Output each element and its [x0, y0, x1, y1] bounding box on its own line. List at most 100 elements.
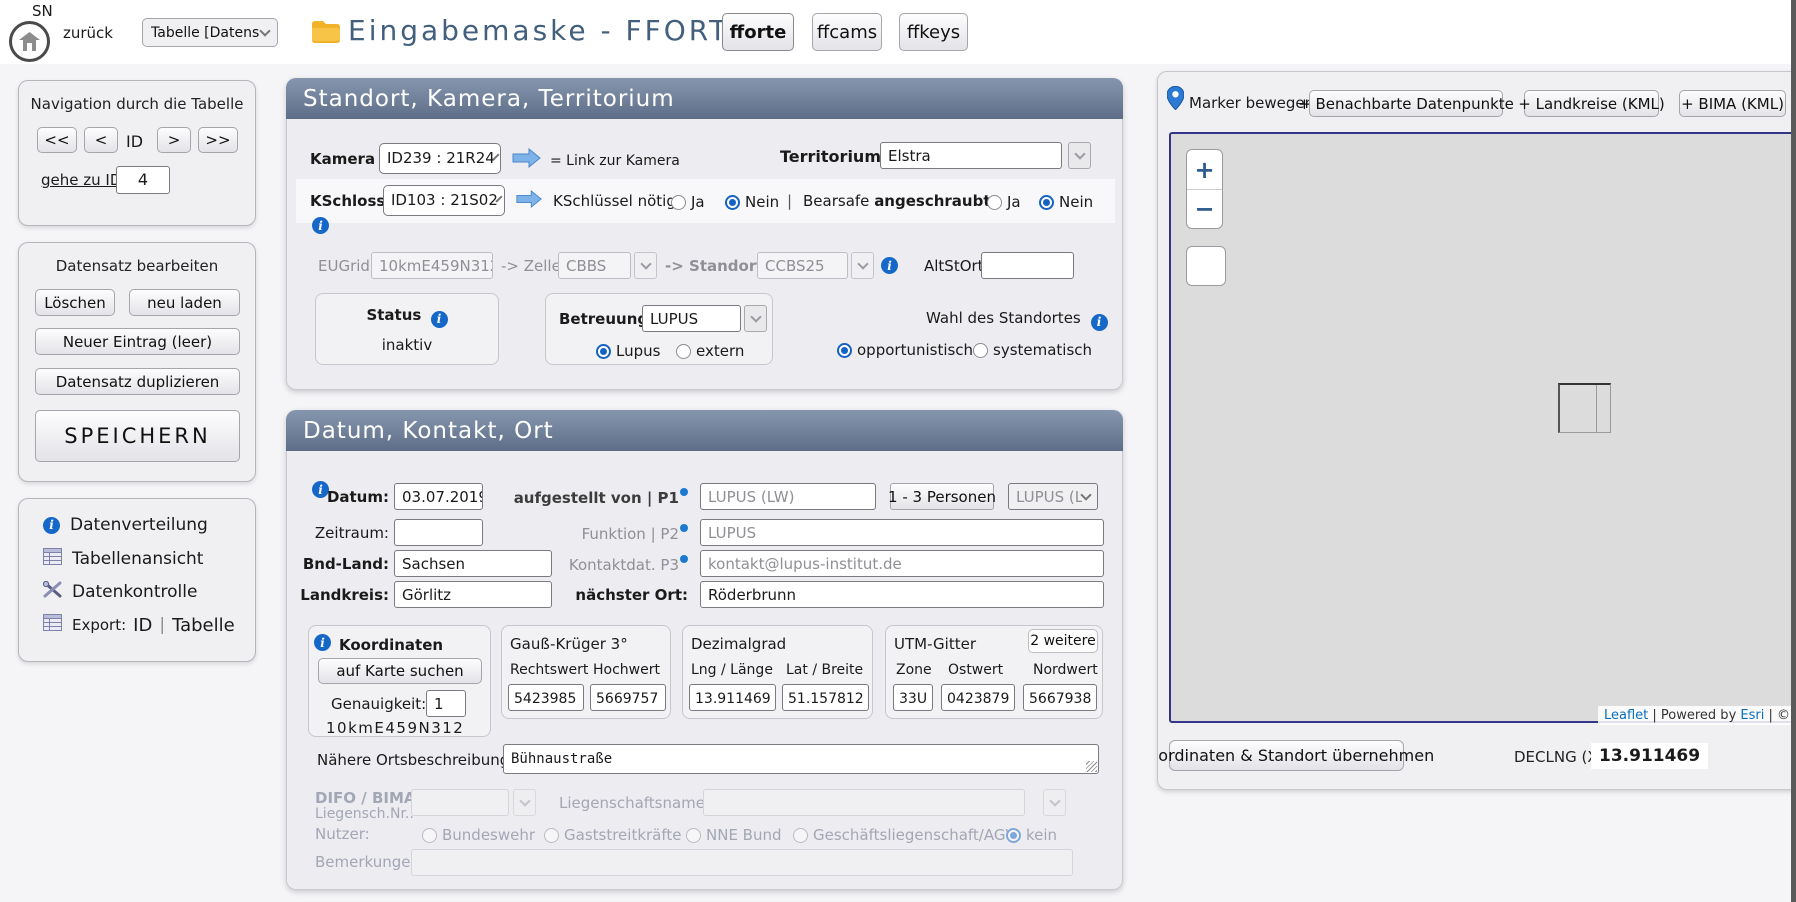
zelle-dropdown-button[interactable]: [634, 252, 657, 279]
standort-dropdown-button[interactable]: [851, 252, 874, 279]
kamera-select[interactable]: ID239 : 21R24: [379, 143, 501, 174]
home-icon[interactable]: [9, 21, 50, 62]
sidebar-item-export[interactable]: Export: ID | Tabelle: [43, 614, 235, 636]
gk-title: Gauß-Krüger 3°: [510, 635, 628, 653]
nav-last-button[interactable]: >>: [198, 127, 238, 153]
kschluessel-radio-ja[interactable]: Ja: [671, 192, 705, 211]
karte-suchen-button[interactable]: auf Karte suchen: [318, 658, 482, 684]
sidebar-item-datenverteilung[interactable]: i Datenverteilung: [43, 515, 208, 535]
wahl-radio-opportunistisch[interactable]: opportunistisch: [837, 340, 973, 359]
bearsafe-radio-nein[interactable]: Nein: [1039, 192, 1093, 211]
wahl-info-icon[interactable]: i: [1091, 314, 1108, 331]
nav-prev-button[interactable]: <: [84, 127, 118, 153]
table-select-value: Tabelle [Datens: [151, 25, 259, 41]
koordinaten-info-icon[interactable]: i: [314, 634, 331, 651]
nav-first-button[interactable]: <<: [37, 127, 77, 153]
kschloss-select[interactable]: ID103 : 21S02: [383, 185, 505, 216]
betreuung-radio-extern[interactable]: extern: [676, 341, 744, 360]
p2-input[interactable]: LUPUS: [700, 519, 1104, 546]
app-button-fforte[interactable]: fforte: [722, 13, 794, 51]
gk-hochwert-input[interactable]: 5669757: [590, 684, 666, 711]
wahl-radio-systematisch[interactable]: systematisch: [973, 340, 1092, 359]
app-button-ffkeys[interactable]: ffkeys: [899, 13, 968, 51]
radio-icon[interactable]: [973, 343, 988, 358]
datapoints-button[interactable]: + Benachbarte Datenpunkte: [1309, 90, 1503, 117]
radio-icon[interactable]: [671, 195, 686, 210]
sidebar-item-label: Datenverteilung: [70, 515, 208, 535]
p1-select[interactable]: LUPUS (LW: [1008, 483, 1098, 510]
back-link[interactable]: zurück: [63, 24, 113, 42]
sidebar-item-tabellenansicht[interactable]: Tabellenansicht: [43, 548, 203, 570]
p3-info-dot-icon[interactable]: [680, 555, 688, 563]
radio-icon[interactable]: [676, 344, 691, 359]
bearsafe-radio-ja[interactable]: Ja: [987, 192, 1021, 211]
landkreis-label: Landkreis:: [287, 586, 389, 604]
dez-lng-input[interactable]: 13.911469: [689, 684, 776, 711]
liegenschaftsname-input: [703, 789, 1025, 816]
p2-info-dot-icon[interactable]: [680, 524, 688, 532]
camera-link-arrow-icon[interactable]: [511, 148, 542, 172]
kschloss-link-arrow-icon[interactable]: [515, 190, 543, 212]
save-button[interactable]: SPEICHERN: [35, 410, 240, 462]
zoom-out-button[interactable]: −: [1187, 190, 1222, 228]
utm-zone-input[interactable]: 33U: [893, 684, 933, 711]
radio-icon[interactable]: [987, 195, 1002, 210]
p3-input[interactable]: kontakt@lupus-institut.de: [700, 550, 1104, 577]
p1-input[interactable]: LUPUS (LW): [700, 483, 876, 510]
gk-rechtswert-input[interactable]: 5423985: [508, 684, 584, 711]
utm-col-nordwert: Nordwert: [1033, 662, 1098, 678]
territorium-input[interactable]: Elstra: [880, 142, 1062, 169]
map-layers-button[interactable]: [1186, 246, 1226, 286]
ortsbeschreibung-textarea[interactable]: Bühnaustraße: [503, 744, 1099, 774]
radio-icon[interactable]: [725, 195, 740, 210]
goto-id-input[interactable]: 4: [116, 166, 170, 194]
zoom-in-button[interactable]: +: [1187, 150, 1222, 190]
landkreise-kml-button[interactable]: + Landkreise (KML): [1524, 90, 1659, 117]
duplicate-button[interactable]: Datensatz duplizieren: [35, 368, 240, 395]
esri-link[interactable]: Esri: [1740, 708, 1764, 723]
leaflet-link[interactable]: Leaflet: [1604, 708, 1648, 723]
kschluessel-radio-nein[interactable]: Nein: [725, 192, 779, 211]
radio-icon[interactable]: [596, 344, 611, 359]
betreuung-radio-lupus[interactable]: Lupus: [596, 341, 660, 360]
altstort-input[interactable]: [981, 252, 1074, 279]
app-button-ffcams[interactable]: ffcams: [812, 13, 882, 51]
map-pin-icon: [1167, 86, 1184, 114]
window-edge-scrollbar[interactable]: [1791, 0, 1796, 902]
declng-value: 13.911469: [1591, 743, 1708, 769]
nav-next-button[interactable]: >: [157, 127, 191, 153]
ort-input[interactable]: Röderbrunn: [700, 581, 1104, 608]
section-standort-kamera-territorium: Standort, Kamera, Territorium Kamera ID2…: [286, 78, 1123, 390]
betreuung-input[interactable]: LUPUS: [642, 305, 741, 332]
dez-lat-input[interactable]: 51.157812: [782, 684, 869, 711]
status-info-icon[interactable]: i: [431, 311, 448, 328]
sidebar-item-datenkontrolle[interactable]: Datenkontrolle: [43, 581, 197, 603]
territorium-dropdown-button[interactable]: [1068, 142, 1091, 169]
table-select[interactable]: Tabelle [Datens: [142, 18, 278, 47]
bima-kml-button[interactable]: + BIMA (KML): [1679, 90, 1786, 117]
status-label: Status i: [316, 306, 498, 328]
delete-button[interactable]: Löschen: [35, 289, 115, 316]
sidebar-item-label: Datenkontrolle: [72, 582, 197, 602]
resize-handle[interactable]: [1086, 761, 1097, 772]
difo-label: DIFO / BIMA: [315, 789, 416, 807]
export-table-link[interactable]: Tabelle: [172, 615, 235, 636]
map-canvas[interactable]: + − Leaflet | Powered by Esri | © C: [1169, 132, 1796, 723]
standort-info-icon[interactable]: i: [881, 257, 898, 274]
betreuung-dropdown-button[interactable]: [744, 305, 767, 332]
grid-value: 10kmE459N312: [326, 719, 464, 737]
kschloss-info-icon[interactable]: i: [312, 217, 329, 234]
utm-nordwert-input[interactable]: 5667938: [1023, 684, 1097, 711]
export-id-link[interactable]: ID: [133, 615, 152, 636]
personen-button[interactable]: 1 - 3 Personen: [890, 483, 994, 510]
radio-icon[interactable]: [837, 343, 852, 358]
apply-coordinates-button[interactable]: Koordinaten & Standort übernehmen: [1169, 740, 1404, 771]
utm-ostwert-input[interactable]: 0423879: [941, 684, 1015, 711]
goto-id-link-text[interactable]: gehe zu ID: [41, 171, 121, 189]
utm-more-button[interactable]: 2 weitere: [1028, 629, 1098, 653]
p1-info-dot-icon[interactable]: [680, 488, 688, 496]
new-entry-button[interactable]: Neuer Eintrag (leer): [35, 328, 240, 355]
radio-icon[interactable]: [1039, 195, 1054, 210]
genauigkeit-input[interactable]: 1: [426, 690, 466, 717]
reload-button[interactable]: neu laden: [129, 289, 240, 316]
